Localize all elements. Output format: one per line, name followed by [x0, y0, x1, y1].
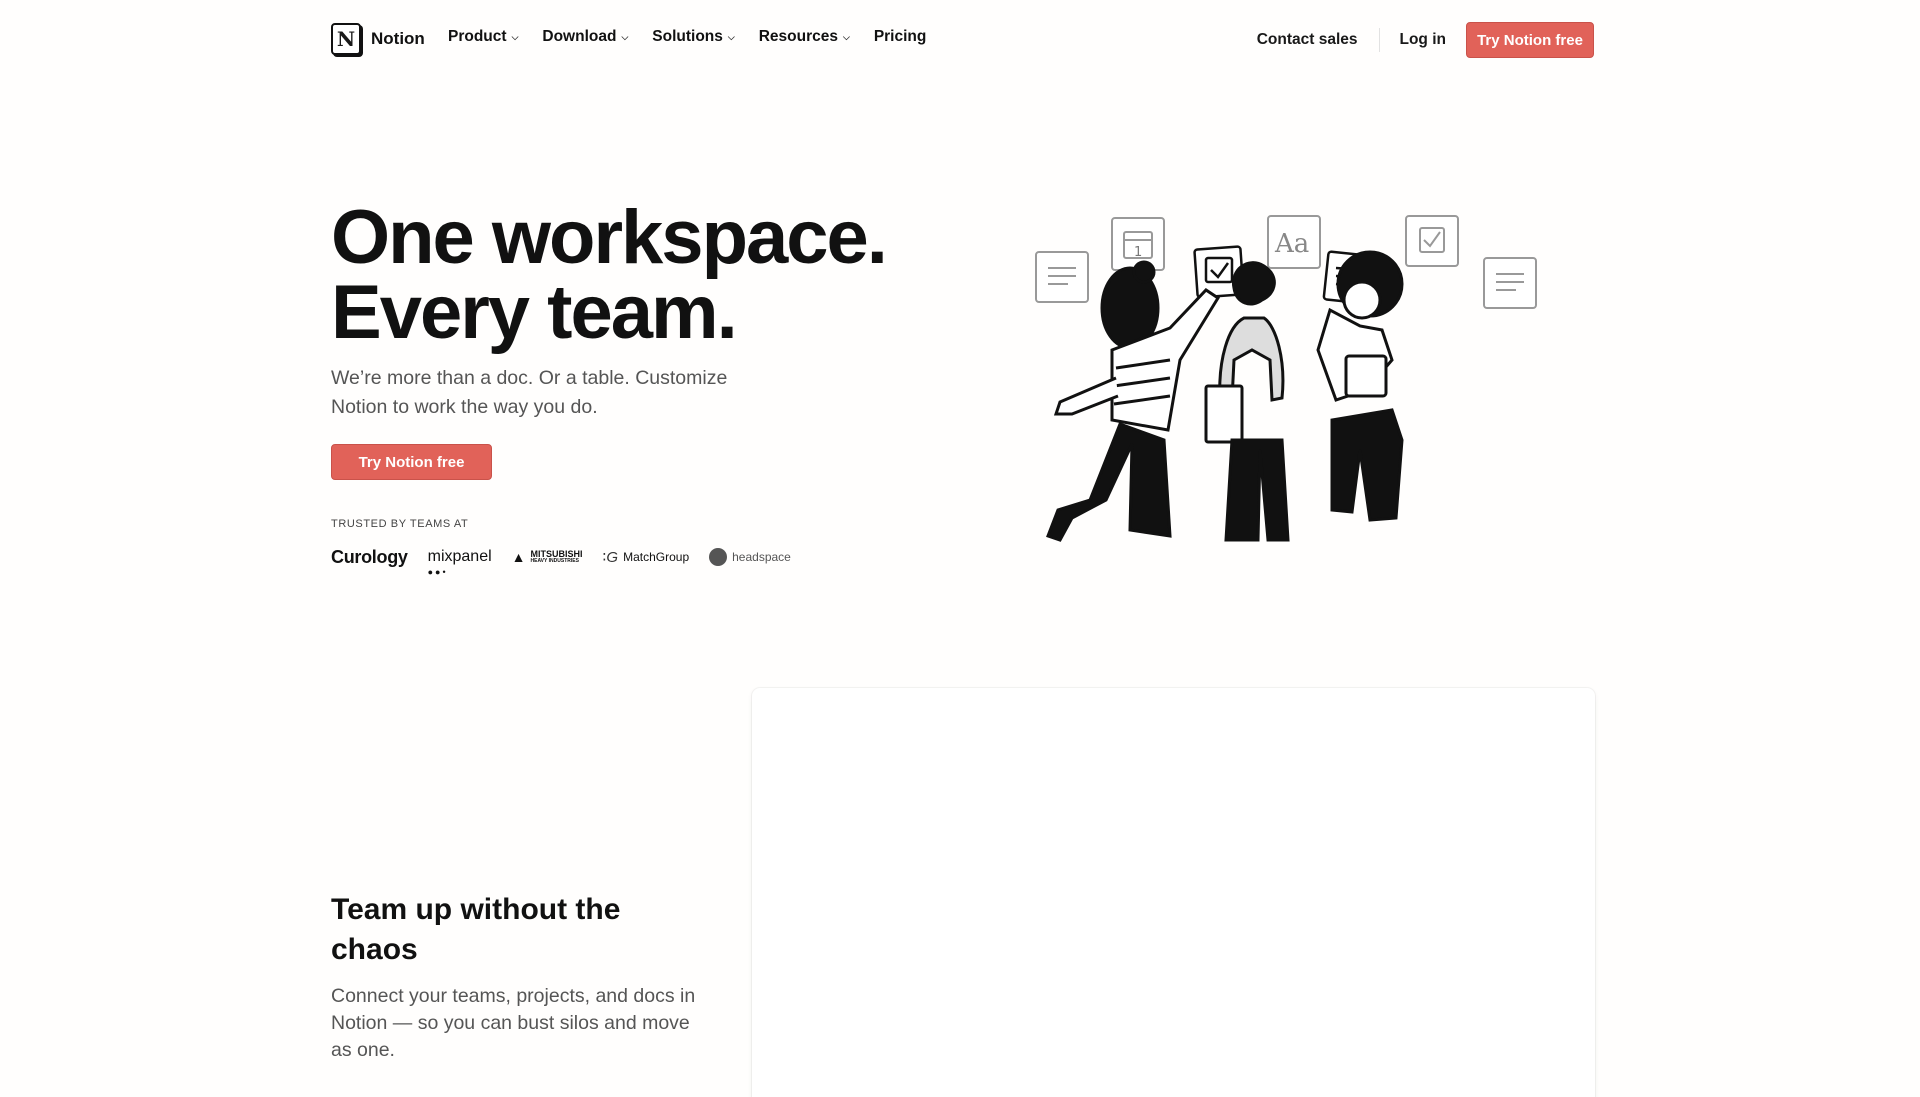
- document-icon: [1035, 251, 1089, 303]
- try-notion-free-nav-button[interactable]: Try Notion free: [1466, 22, 1594, 58]
- section-description: Connect your teams, projects, and docs i…: [331, 985, 696, 1061]
- customer-logos: Curology mixpanel ●●• ▲ MITSUBISHI HEAVY…: [331, 540, 791, 578]
- hero-title-line-2: Every team.: [331, 270, 738, 355]
- calendar-number: 1: [1134, 245, 1142, 260]
- nav-item-label: Download: [542, 28, 617, 45]
- mitsubishi-logo: ▲ MITSUBISHI HEAVY INDUSTRIES: [511, 549, 583, 565]
- logo-text: Notion: [371, 29, 425, 48]
- nav-menu: Product ⌵ Download ⌵ Solutions ⌵ Resourc…: [448, 28, 926, 46]
- hero-subtitle: We’re more than a doc. Or a table. Custo…: [331, 367, 728, 418]
- nav-item-solutions[interactable]: Solutions ⌵: [652, 28, 734, 46]
- log-in-link[interactable]: Log in: [1400, 31, 1447, 49]
- mitsubishi-logo-subtext: HEAVY INDUSTRIES: [530, 558, 579, 564]
- matchgroup-mark-icon: ∶G: [602, 549, 619, 566]
- nav-item-download[interactable]: Download ⌵: [542, 28, 628, 46]
- hero-illustration: 1 Aa: [1035, 215, 1537, 542]
- hero-title-line-1: One workspace.: [331, 195, 888, 280]
- font-sample: Aa: [1274, 229, 1309, 259]
- notion-logo-link[interactable]: N Notion: [331, 22, 425, 56]
- headspace-logo: headspace: [709, 548, 791, 566]
- matchgroup-logo-text: MatchGroup: [623, 550, 690, 564]
- person-striped-shirt: [1046, 260, 1221, 542]
- trusted-by-label: TRUSTED BY TEAMS AT: [331, 518, 469, 530]
- nav-item-label: Solutions: [652, 28, 723, 45]
- try-notion-free-hero-button[interactable]: Try Notion free: [331, 444, 492, 480]
- nav-divider: [1378, 28, 1380, 52]
- matchgroup-logo: ∶G MatchGroup: [603, 548, 690, 566]
- curology-logo-text: Curology: [331, 546, 408, 567]
- headspace-circle-icon: [709, 548, 728, 566]
- notion-logo-icon: N: [331, 23, 361, 55]
- nav-item-pricing[interactable]: Pricing: [874, 28, 927, 46]
- nav-item-label: Resources: [758, 28, 838, 45]
- nav-item-label: Product: [448, 28, 507, 45]
- curology-logo: Curology: [331, 547, 408, 568]
- hero-title: One workspace. Every team.: [331, 195, 971, 355]
- feature-preview-card: [752, 688, 1595, 1097]
- chevron-down-icon: ⌵: [511, 31, 519, 42]
- checkbox-icon: [1405, 215, 1459, 267]
- top-navigation: N Notion Product ⌵ Download ⌵ Solutions …: [0, 0, 1920, 80]
- nav-item-product[interactable]: Product ⌵: [448, 28, 518, 46]
- mixpanel-logo-text: mixpanel: [427, 548, 492, 565]
- nav-item-resources[interactable]: Resources ⌵: [759, 28, 850, 46]
- mitsubishi-logo-text: MITSUBISHI: [530, 549, 583, 559]
- contact-sales-link[interactable]: Contact sales: [1257, 31, 1358, 49]
- mixpanel-logo: mixpanel ●●•: [427, 548, 492, 577]
- nav-actions: Contact sales Log in Try Notion free: [1257, 22, 1594, 58]
- mitsubishi-diamonds-icon: ▲: [511, 549, 526, 565]
- chevron-down-icon: ⌵: [842, 31, 850, 42]
- nav-item-label: Pricing: [873, 28, 927, 45]
- document-icon: [1483, 257, 1537, 309]
- headspace-logo-text: headspace: [732, 550, 791, 564]
- person-holding-book: [1204, 261, 1290, 542]
- chevron-down-icon: ⌵: [727, 31, 735, 42]
- mixpanel-dots-icon: ●●•: [427, 567, 448, 577]
- section-title: Team up without the chaos: [331, 893, 621, 966]
- chevron-down-icon: ⌵: [621, 31, 629, 42]
- text-icon: Aa: [1267, 215, 1321, 269]
